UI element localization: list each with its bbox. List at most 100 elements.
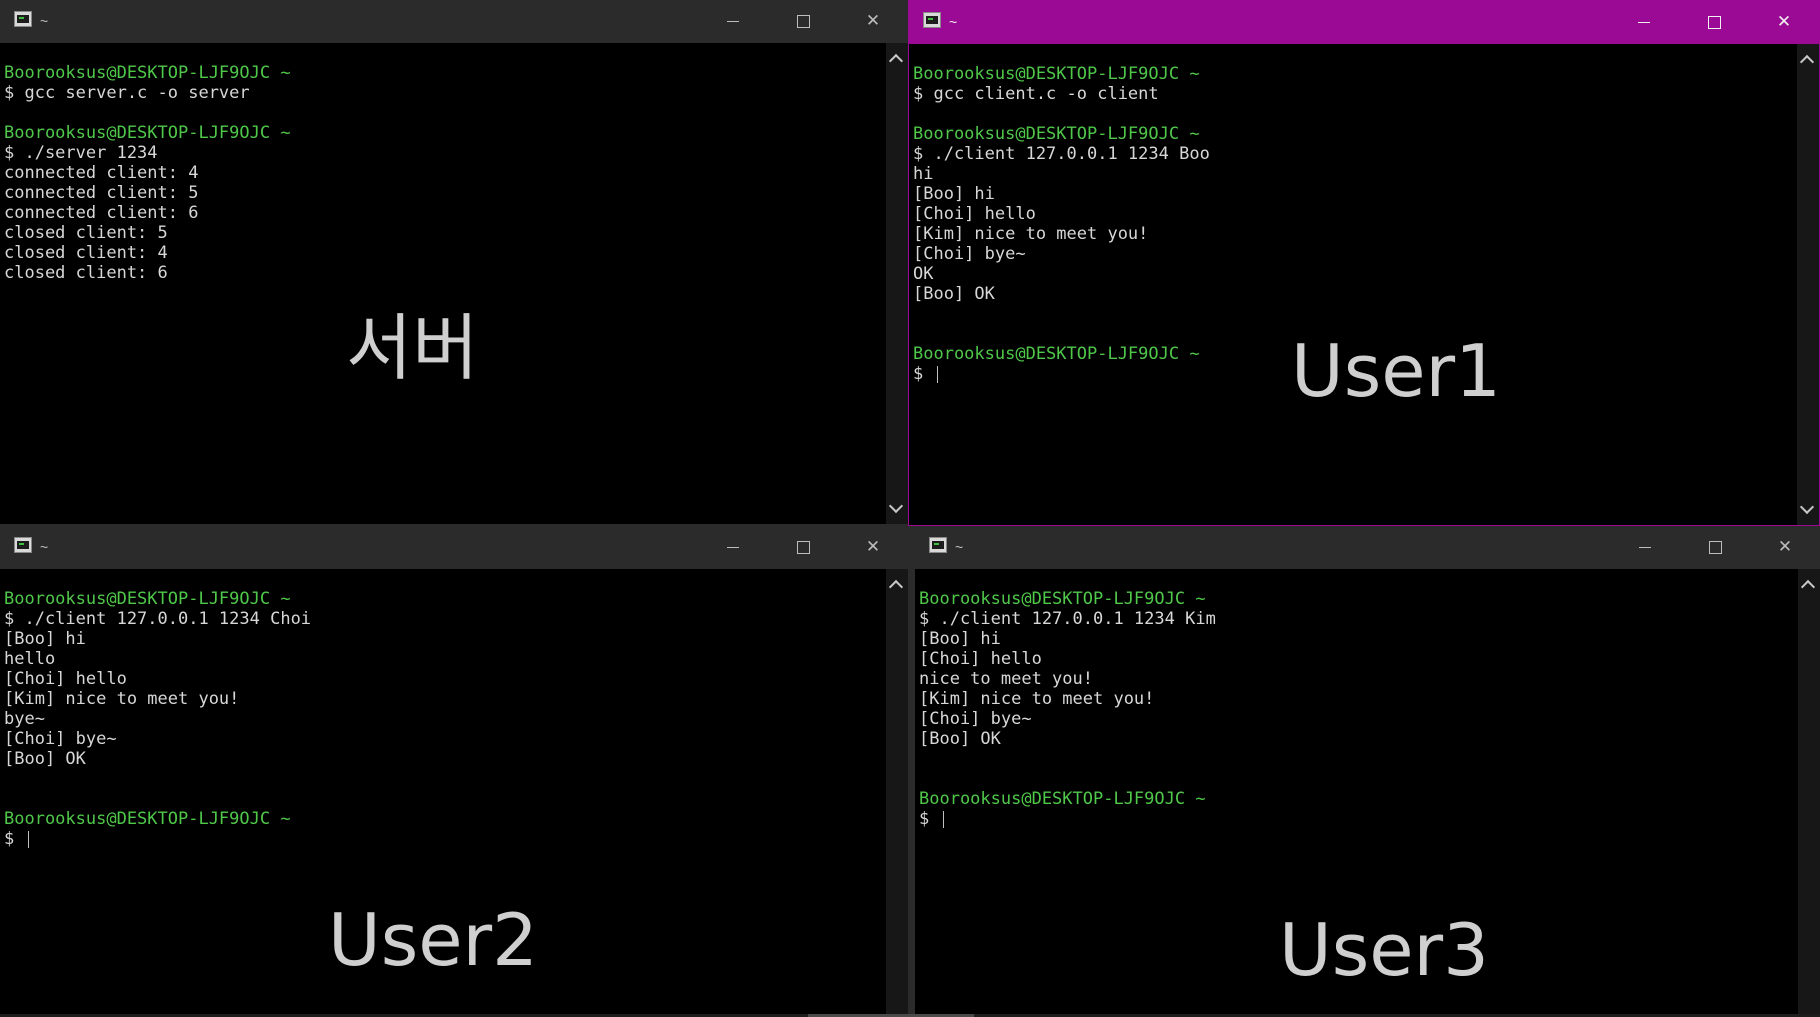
minimize-button[interactable] bbox=[698, 526, 768, 569]
output-line: [Choi] hello bbox=[913, 204, 1795, 224]
output-line: [Choi] hello bbox=[4, 669, 884, 689]
prompt-line: Boorooksus@DESKTOP-LJF9OJC ~ bbox=[4, 63, 884, 83]
output-line: $ ./client 127.0.0.1 1234 Kim bbox=[919, 609, 1796, 629]
minimize-icon bbox=[1639, 547, 1651, 548]
maximize-button[interactable] bbox=[1679, 1, 1749, 44]
prompt-line: Boorooksus@DESKTOP-LJF9OJC ~ bbox=[919, 789, 1796, 809]
window-label: User3 bbox=[1279, 908, 1489, 992]
title-bar[interactable]: ~ ✕ bbox=[909, 1, 1819, 44]
output-line: OK bbox=[913, 264, 1795, 284]
scroll-up-icon[interactable] bbox=[888, 579, 904, 595]
close-icon: ✕ bbox=[1777, 537, 1793, 557]
input-line[interactable]: $ bbox=[919, 809, 1796, 829]
line-text: nice to meet you! bbox=[919, 669, 1093, 689]
window-label: 서버 bbox=[346, 306, 479, 390]
output-line: [Boo] OK bbox=[919, 729, 1796, 749]
line-text: [Boo] OK bbox=[4, 749, 86, 769]
close-button[interactable]: ✕ bbox=[1749, 1, 1819, 44]
line-text: closed client: 6 bbox=[4, 263, 168, 283]
line-text: [Choi] hello bbox=[919, 649, 1042, 669]
window-label: User2 bbox=[328, 898, 538, 982]
title-bar[interactable]: ~ ✕ bbox=[0, 0, 908, 43]
scroll-down-icon[interactable] bbox=[1799, 499, 1815, 515]
terminal-icon[interactable] bbox=[14, 537, 32, 553]
close-icon: ✕ bbox=[865, 11, 881, 31]
prompt-line: Boorooksus@DESKTOP-LJF9OJC ~ bbox=[913, 64, 1795, 84]
terminal-icon[interactable] bbox=[929, 537, 947, 553]
scroll-up-icon[interactable] bbox=[888, 53, 904, 69]
output-line: [Boo] hi bbox=[913, 184, 1795, 204]
close-button[interactable]: ✕ bbox=[838, 0, 908, 43]
line-text: Boorooksus@DESKTOP-LJF9OJC ~ bbox=[4, 63, 291, 83]
prompt-line: Boorooksus@DESKTOP-LJF9OJC ~ bbox=[919, 589, 1796, 609]
scrollbar[interactable] bbox=[1798, 569, 1820, 1014]
minimize-button[interactable] bbox=[698, 0, 768, 43]
output-line: closed client: 5 bbox=[4, 223, 884, 243]
line-text: $ bbox=[913, 364, 934, 384]
line-text: $ bbox=[919, 809, 940, 829]
minimize-button[interactable] bbox=[1610, 526, 1680, 569]
maximize-button[interactable] bbox=[768, 0, 838, 43]
terminal-icon[interactable] bbox=[14, 11, 32, 27]
line-text: Boorooksus@DESKTOP-LJF9OJC ~ bbox=[4, 809, 291, 829]
line-text: [Boo] hi bbox=[4, 629, 86, 649]
close-button[interactable]: ✕ bbox=[838, 526, 908, 569]
scroll-down-icon[interactable] bbox=[888, 498, 904, 514]
terminal-window-user3[interactable]: ~ ✕ Boorooksus@DESKTOP-LJF9OJC ~ $ ./clie… bbox=[915, 526, 1820, 1014]
line-text: Boorooksus@DESKTOP-LJF9OJC ~ bbox=[913, 124, 1200, 144]
line-text: $ bbox=[4, 829, 25, 849]
output-line: $ ./client 127.0.0.1 1234 Choi bbox=[4, 609, 884, 629]
line-text: hi bbox=[913, 164, 934, 184]
line-text: [Choi] bye~ bbox=[4, 729, 117, 749]
input-line[interactable]: $ bbox=[4, 829, 884, 849]
maximize-icon bbox=[1707, 16, 1721, 29]
maximize-button[interactable] bbox=[1680, 526, 1750, 569]
terminal-window-server[interactable]: ~ ✕ Boorooksus@DESKTOP-LJF9OJC ~ $ gcc se… bbox=[0, 0, 908, 524]
output-line: hi bbox=[913, 164, 1795, 184]
line-text: connected client: 4 bbox=[4, 163, 199, 183]
line-text: [Kim] nice to meet you! bbox=[4, 689, 240, 709]
terminal-output[interactable]: Boorooksus@DESKTOP-LJF9OJC ~ $ gcc client… bbox=[913, 64, 1795, 525]
terminal-output[interactable]: Boorooksus@DESKTOP-LJF9OJC ~ $ gcc server… bbox=[4, 63, 884, 524]
scrollbar[interactable] bbox=[886, 569, 908, 1014]
line-text: connected client: 6 bbox=[4, 203, 199, 223]
scrollbar[interactable] bbox=[886, 43, 908, 524]
minimize-button[interactable] bbox=[1609, 1, 1679, 44]
terminal-window-user2[interactable]: ~ ✕ Boorooksus@DESKTOP-LJF9OJC ~ $ ./clie… bbox=[0, 526, 908, 1014]
close-icon: ✕ bbox=[865, 537, 881, 557]
output-line: [Boo] OK bbox=[913, 284, 1795, 304]
text-cursor bbox=[943, 810, 945, 828]
scrollbar[interactable] bbox=[1797, 44, 1819, 525]
window-title: ~ bbox=[40, 13, 49, 29]
scroll-up-icon[interactable] bbox=[1800, 579, 1816, 595]
line-text: Boorooksus@DESKTOP-LJF9OJC ~ bbox=[913, 344, 1200, 364]
line-text: OK bbox=[913, 264, 934, 284]
close-button[interactable]: ✕ bbox=[1750, 526, 1820, 569]
maximize-icon bbox=[1708, 541, 1722, 554]
text-cursor bbox=[937, 365, 939, 383]
output-line: [Kim] nice to meet you! bbox=[913, 224, 1795, 244]
output-line: connected client: 4 bbox=[4, 163, 884, 183]
maximize-button[interactable] bbox=[768, 526, 838, 569]
prompt-line: Boorooksus@DESKTOP-LJF9OJC ~ bbox=[4, 589, 884, 609]
terminal-icon[interactable] bbox=[923, 12, 941, 28]
title-bar[interactable]: ~ ✕ bbox=[915, 526, 1820, 569]
line-text: $ ./client 127.0.0.1 1234 Choi bbox=[4, 609, 312, 629]
scroll-up-icon[interactable] bbox=[1799, 54, 1815, 70]
output-line: $ gcc server.c -o server bbox=[4, 83, 884, 103]
window-title: ~ bbox=[40, 539, 49, 555]
line-text: $ ./client 127.0.0.1 1234 Kim bbox=[919, 609, 1216, 629]
close-icon: ✕ bbox=[1776, 12, 1792, 32]
output-line: [Boo] hi bbox=[4, 629, 884, 649]
terminal-window-user1[interactable]: ~ ✕ Boorooksus@DESKTOP-LJF9OJC ~ $ gcc cl… bbox=[908, 0, 1820, 526]
line-text: Boorooksus@DESKTOP-LJF9OJC ~ bbox=[913, 64, 1200, 84]
output-line: [Boo] hi bbox=[919, 629, 1796, 649]
line-text: Boorooksus@DESKTOP-LJF9OJC ~ bbox=[4, 123, 291, 143]
title-bar[interactable]: ~ ✕ bbox=[0, 526, 908, 569]
output-line: $ ./client 127.0.0.1 1234 Boo bbox=[913, 144, 1795, 164]
window-title: ~ bbox=[955, 539, 964, 555]
